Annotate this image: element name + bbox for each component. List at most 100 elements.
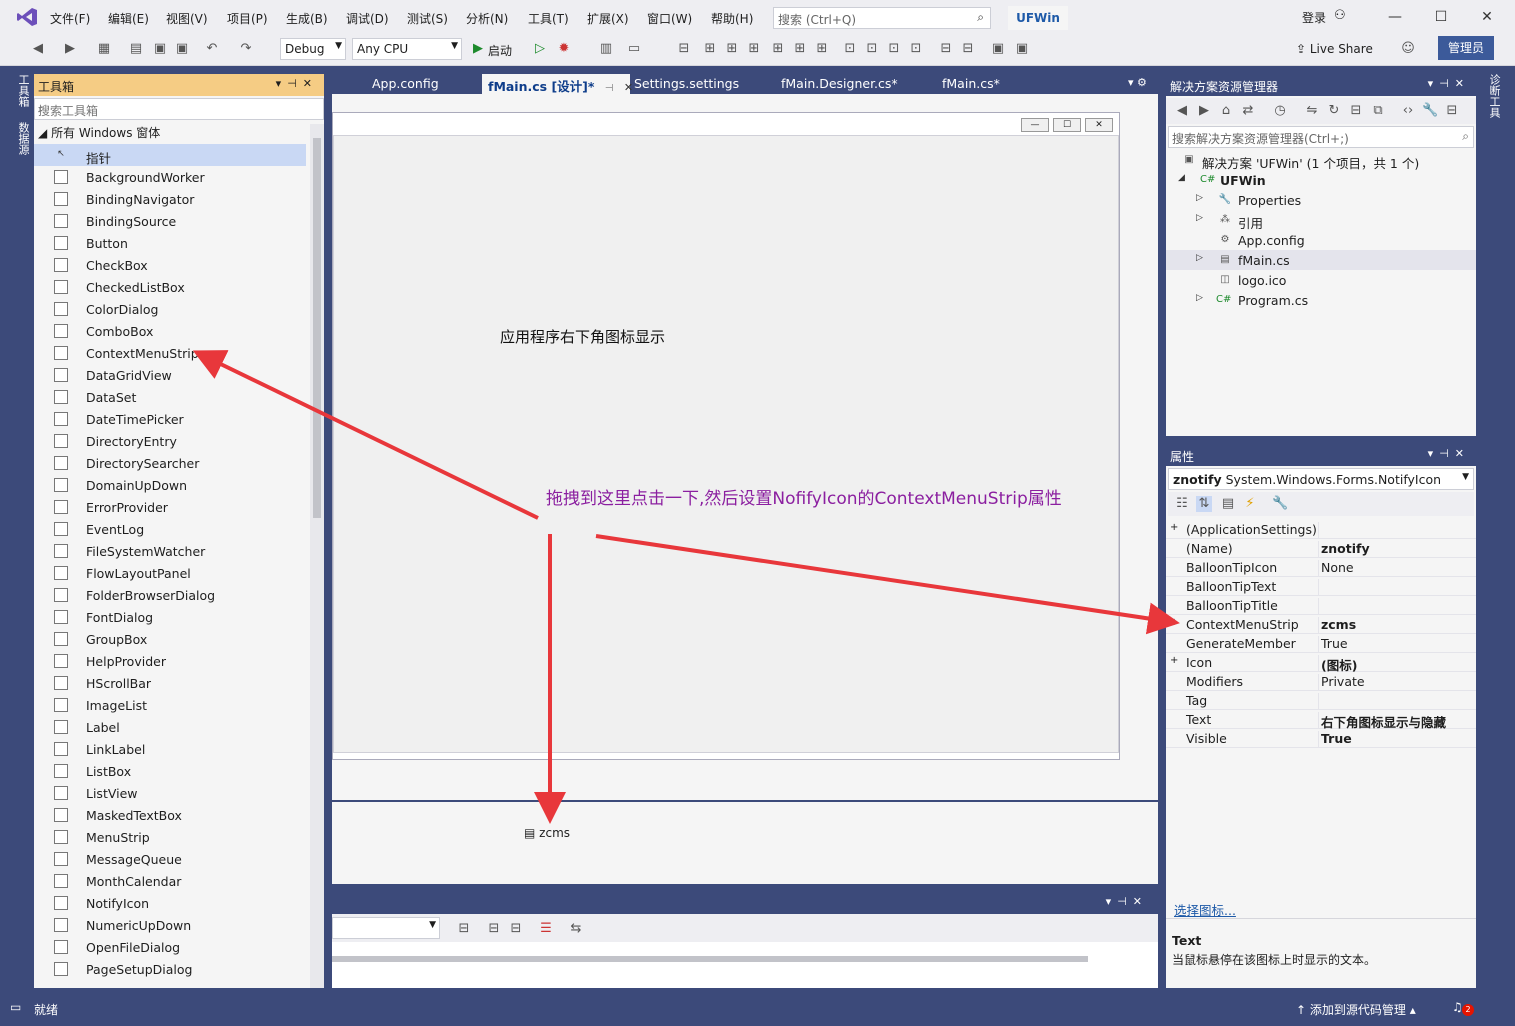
toolbox-item[interactable]: FontDialog [34,606,306,628]
menu-build[interactable]: 生成(B) [286,10,328,27]
menu-file[interactable]: 文件(F) [50,10,90,27]
toolbox-item[interactable]: MonthCalendar [34,870,306,892]
property-row[interactable]: Text 右下角图标显示与隐藏 [1166,710,1476,730]
property-row[interactable]: BalloonTipIcon None [1166,558,1476,577]
toolbox-item[interactable]: GroupBox [34,628,306,650]
status-output-icon[interactable]: ▭ [10,1000,21,1014]
toolbox-item[interactable]: OpenFileDialog [34,936,306,958]
toolbox-item[interactable]: FlowLayoutPanel [34,562,306,584]
clear-all-icon[interactable]: ☰ [538,921,554,937]
align-top-icon[interactable]: ⊞ [770,41,786,57]
preview-icon[interactable]: ⊟ [1444,103,1460,119]
categorized-icon[interactable]: ☷ [1174,496,1190,512]
toolbox-item[interactable]: FileSystemWatcher [34,540,306,562]
toolbox-group-header[interactable]: ◢ 所有 Windows 窗体 [38,124,160,141]
live-share-button[interactable]: ⇪ Live Share [1296,42,1373,56]
property-value[interactable]: zcms [1318,617,1356,634]
toolbox-item[interactable]: ColorDialog [34,298,306,320]
tab-fmain-design[interactable]: fMain.cs [设计]* ⊣ ✕ [482,74,633,94]
property-row[interactable]: + Icon (图标) [1166,653,1476,673]
property-value[interactable] [1318,598,1321,615]
expand-triangle-icon[interactable]: ▷ [1196,193,1203,203]
project-node[interactable]: ◢ C# UFWin [1166,170,1476,190]
align-icon[interactable]: ⊟ [676,41,692,57]
vspacing-icon[interactable]: ⊟ [960,41,976,57]
property-pages-icon[interactable]: 🔧 [1272,496,1288,512]
menu-window[interactable]: 窗口(W) [647,10,692,27]
feedback-icon[interactable]: ☺ [1400,41,1416,57]
tab-settings[interactable]: Settings.settings [628,74,745,94]
property-row[interactable]: + (ApplicationSettings) [1166,520,1476,539]
diagnostic-tools-side-tab[interactable]: 诊断工具 [1486,74,1502,118]
toolbox-item[interactable]: MessageQueue [34,848,306,870]
toolbox-item[interactable]: ↖ 指针 [34,144,306,166]
toolbox-item[interactable]: ComboBox [34,320,306,342]
properties-view-icon[interactable]: ▤ [1220,496,1236,512]
menu-analyze[interactable]: 分析(N) [466,10,508,27]
add-to-source-control[interactable]: ↑ 添加到源代码管理 ▴ [1296,1001,1416,1018]
tree-item-fmain[interactable]: ▷ ▤ fMain.cs [1166,250,1476,270]
toolbox-item[interactable]: BackgroundWorker [34,166,306,188]
toolbox-item[interactable]: ImageList [34,694,306,716]
solution-search-input[interactable]: 搜索解决方案资源管理器(Ctrl+;) ⌕ [1168,126,1474,148]
toolbox-item[interactable]: DateTimePicker [34,408,306,430]
send-back-icon[interactable]: ▣ [1014,41,1030,57]
menu-extensions[interactable]: 扩展(X) [587,10,629,27]
property-value[interactable]: 右下角图标显示与隐藏 [1318,712,1446,730]
property-value[interactable]: True [1318,636,1348,653]
undo-icon[interactable]: ↶ [204,41,220,57]
menu-view[interactable]: 视图(V) [166,10,208,27]
property-row[interactable]: (Name) znotify [1166,539,1476,558]
global-search-input[interactable]: 搜索 (Ctrl+Q) ⌕ [773,7,991,29]
datasource-side-tab[interactable]: 数据源 [15,122,31,155]
switch-views-icon[interactable]: ⇄ [1240,103,1256,119]
toolbox-item[interactable]: HScrollBar [34,672,306,694]
toolbox-item[interactable]: ErrorProvider [34,496,306,518]
align-left-icon[interactable]: ⊞ [702,41,718,57]
wrap-icon[interactable]: ⇆ [568,921,584,937]
property-value[interactable]: znotify [1318,541,1370,558]
toolbox-item[interactable]: PageSetupDialog [34,958,306,980]
property-value[interactable]: None [1318,560,1354,577]
indent-icon[interactable]: ⊟ [486,921,502,937]
toolbox-item[interactable]: HelpProvider [34,650,306,672]
properties-object-select[interactable]: znotify System.Windows.Forms.NotifyIcon ▼ [1168,468,1474,490]
open-file-icon[interactable]: ▤ [128,41,144,57]
hot-reload-icon[interactable]: ✹ [556,41,572,57]
tree-item-properties[interactable]: ▷ 🔧 Properties [1166,190,1476,210]
property-row[interactable]: GenerateMember True [1166,634,1476,653]
toolbox-item[interactable]: DataSet [34,386,306,408]
expand-plus-icon[interactable]: + [1170,617,1178,628]
toolbox-item[interactable]: BindingSource [34,210,306,232]
toolbox-item[interactable]: DataGridView [34,364,306,386]
property-row[interactable]: Modifiers Private [1166,672,1476,691]
clear-icon[interactable]: ⊟ [456,921,472,937]
account-icon[interactable]: ⚇ [1334,8,1346,23]
forward-icon[interactable]: ▶ [1196,103,1212,119]
login-link[interactable]: 登录 [1302,9,1326,26]
align-right-icon[interactable]: ⊞ [746,41,762,57]
scrollbar-thumb[interactable] [313,138,321,518]
menu-edit[interactable]: 编辑(E) [108,10,149,27]
events-icon[interactable]: ⚡ [1242,496,1258,512]
toolbox-item[interactable]: FolderBrowserDialog [34,584,306,606]
toolbox-search-input[interactable]: 搜索工具箱 ⌕ [34,98,324,120]
expand-plus-icon[interactable]: + [1170,655,1178,666]
minimize-button[interactable]: — [1382,6,1408,28]
toolbox-item[interactable]: CheckBox [34,254,306,276]
alphabetical-icon[interactable]: ⇅ [1196,496,1212,512]
tree-item-app-config[interactable]: ⚙ App.config [1166,230,1476,250]
solution-explorer-toolbar-icon[interactable]: ▥ [598,41,614,57]
align-middle-icon[interactable]: ⊞ [792,41,808,57]
same-size-icon[interactable]: ⊡ [886,41,902,57]
toolbox-item[interactable]: DirectorySearcher [34,452,306,474]
toolbox-scrollbar[interactable] [310,124,324,988]
view-code-icon[interactable]: ‹› [1400,103,1416,119]
toolbox-item[interactable]: DomainUpDown [34,474,306,496]
save-icon[interactable]: ▣ [152,41,168,57]
toolbox-side-tab[interactable]: 工具箱 [15,74,31,107]
new-project-icon[interactable]: ▦ [96,41,112,57]
maximize-button[interactable]: ☐ [1428,6,1454,28]
spacing-icon[interactable]: ⊟ [938,41,954,57]
configuration-select[interactable]: Debug ▼ [280,38,346,60]
